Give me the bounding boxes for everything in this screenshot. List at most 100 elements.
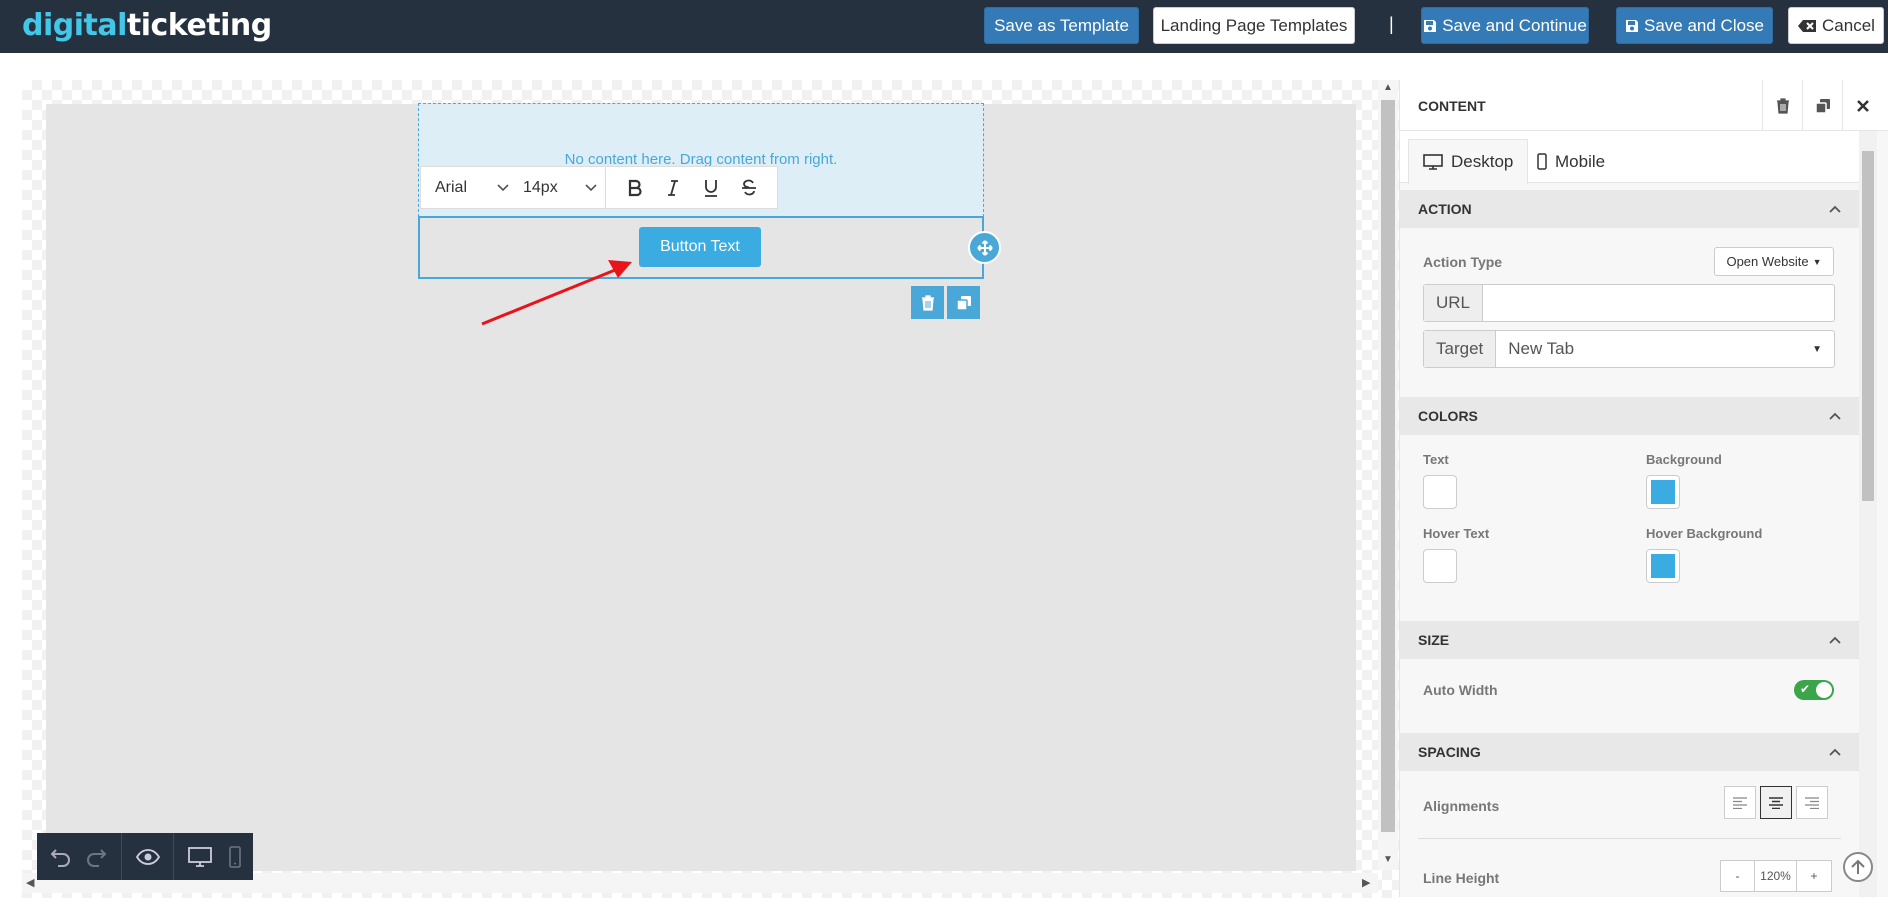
toolbar-divider	[173, 833, 174, 880]
trash-icon	[921, 294, 934, 311]
section-colors-header[interactable]: COLORS	[1400, 397, 1859, 435]
save-as-template-button[interactable]: Save as Template	[984, 7, 1139, 44]
underline-button[interactable]	[692, 179, 730, 197]
section-action-title: ACTION	[1418, 201, 1472, 217]
scroll-up-arrow[interactable]: ▲	[1383, 82, 1393, 93]
tab-mobile[interactable]: Mobile	[1523, 139, 1619, 184]
move-icon	[976, 239, 993, 256]
chevron-up-icon	[1829, 412, 1841, 420]
font-size-select[interactable]: 14px	[509, 179, 597, 197]
section-size-title: SIZE	[1418, 632, 1450, 648]
panel-scrollbar[interactable]	[1859, 131, 1877, 897]
section-size-header[interactable]: SIZE	[1400, 621, 1859, 659]
caret-down-icon: ▼	[1812, 256, 1822, 267]
desktop-view-button[interactable]	[182, 846, 217, 867]
url-label: URL	[1424, 285, 1484, 321]
trash-icon	[1776, 97, 1789, 114]
annotation-arrow	[481, 260, 632, 326]
bottom-toolbar	[37, 833, 253, 880]
target-value: New Tab	[1508, 339, 1575, 358]
action-type-value: Open Website	[1726, 254, 1809, 269]
chevron-up-icon	[1829, 748, 1841, 756]
section-spacing-title: SPACING	[1418, 744, 1481, 760]
url-input[interactable]	[1483, 285, 1834, 321]
mobile-view-button[interactable]	[217, 845, 252, 868]
hover-text-color-swatch[interactable]	[1423, 549, 1457, 583]
chevron-down-icon	[497, 183, 509, 191]
redo-button[interactable]	[78, 846, 113, 868]
mobile-icon	[1537, 153, 1547, 170]
font-size-value: 14px	[523, 178, 558, 196]
text-color-swatch[interactable]	[1423, 475, 1457, 509]
align-center-button[interactable]	[1760, 786, 1792, 819]
save-and-continue-button[interactable]: Save and Continue	[1421, 7, 1589, 44]
save-icon	[1424, 19, 1437, 32]
scroll-to-top-button[interactable]	[1843, 852, 1873, 882]
duplicate-row-button[interactable]	[947, 286, 980, 319]
scroll-down-arrow[interactable]: ▼	[1383, 854, 1393, 865]
url-input-group: URL	[1423, 284, 1835, 322]
text-color-fill	[1428, 480, 1452, 504]
content-properties-panel: CONTENT Desktop Mobile ACTION Action Typ…	[1399, 80, 1888, 897]
auto-width-label: Auto Width	[1423, 682, 1498, 698]
toggle-knob	[1816, 682, 1832, 698]
cancel-label: Cancel	[1822, 15, 1875, 35]
strikethrough-icon	[742, 179, 756, 195]
divider	[1418, 838, 1841, 839]
redo-icon	[86, 848, 106, 867]
hover-background-color-swatch[interactable]	[1646, 549, 1680, 583]
save-icon	[1625, 19, 1638, 32]
panel-scroll-thumb[interactable]	[1862, 151, 1874, 501]
save-and-close-button[interactable]: Save and Close	[1616, 7, 1773, 44]
section-spacing-header[interactable]: SPACING	[1400, 733, 1859, 771]
line-height-value[interactable]: 120%	[1755, 861, 1797, 891]
target-input-group: Target New Tab ▼	[1423, 330, 1835, 368]
scroll-right-arrow[interactable]: ▶	[1362, 876, 1370, 889]
action-type-dropdown[interactable]: Open Website ▼	[1714, 247, 1834, 276]
button-block[interactable]: Button Text	[639, 227, 761, 267]
section-action-header[interactable]: ACTION	[1400, 190, 1859, 228]
scroll-thumb[interactable]	[1381, 100, 1395, 832]
bold-button[interactable]	[616, 179, 654, 197]
move-handle[interactable]	[968, 231, 1001, 264]
italic-button[interactable]	[654, 179, 692, 197]
duplicate-block-button[interactable]	[1802, 80, 1842, 131]
line-height-decrease[interactable]: -	[1721, 861, 1755, 891]
landing-page-templates-button[interactable]: Landing Page Templates	[1153, 7, 1355, 44]
top-bar: digitalticketing Save as Template Landin…	[0, 0, 1888, 53]
check-icon: ✔	[1800, 682, 1811, 696]
caret-down-icon: ▼	[1812, 343, 1822, 355]
delete-row-button[interactable]	[911, 286, 944, 319]
undo-icon	[50, 848, 70, 867]
preview-button[interactable]	[130, 848, 165, 865]
close-panel-button[interactable]	[1842, 80, 1882, 131]
hover-text-color-fill	[1428, 554, 1452, 578]
tab-desktop-label: Desktop	[1451, 152, 1514, 171]
toolbar-divider	[605, 167, 606, 208]
target-label: Target	[1424, 331, 1497, 367]
section-colors-title: COLORS	[1418, 408, 1478, 424]
align-left-button[interactable]	[1724, 786, 1756, 819]
background-color-swatch[interactable]	[1646, 475, 1680, 509]
canvas-vertical-scrollbar[interactable]: ▲ ▼	[1378, 80, 1398, 870]
cancel-button[interactable]: Cancel	[1788, 7, 1884, 44]
undo-button[interactable]	[43, 846, 78, 868]
tab-desktop[interactable]: Desktop	[1408, 139, 1529, 184]
save-and-continue-label: Save and Continue	[1442, 15, 1587, 35]
auto-width-toggle[interactable]: ✔	[1794, 680, 1834, 700]
delete-block-button[interactable]	[1762, 80, 1802, 131]
italic-icon	[668, 179, 678, 196]
font-family-select[interactable]: Arial	[421, 179, 509, 197]
align-right-button[interactable]	[1796, 786, 1828, 819]
panel-header: CONTENT	[1400, 80, 1888, 131]
chevron-down-icon	[585, 183, 597, 191]
hover-background-color-fill	[1651, 554, 1675, 578]
align-right-icon	[1805, 796, 1819, 809]
device-tabs: Desktop Mobile	[1400, 131, 1870, 184]
strikethrough-button[interactable]	[730, 179, 768, 197]
eye-icon	[135, 848, 160, 865]
target-select[interactable]: New Tab ▼	[1496, 331, 1834, 367]
line-height-increase[interactable]: +	[1797, 861, 1831, 891]
scroll-left-arrow[interactable]: ◀	[26, 876, 34, 889]
background-color-fill	[1651, 480, 1675, 504]
